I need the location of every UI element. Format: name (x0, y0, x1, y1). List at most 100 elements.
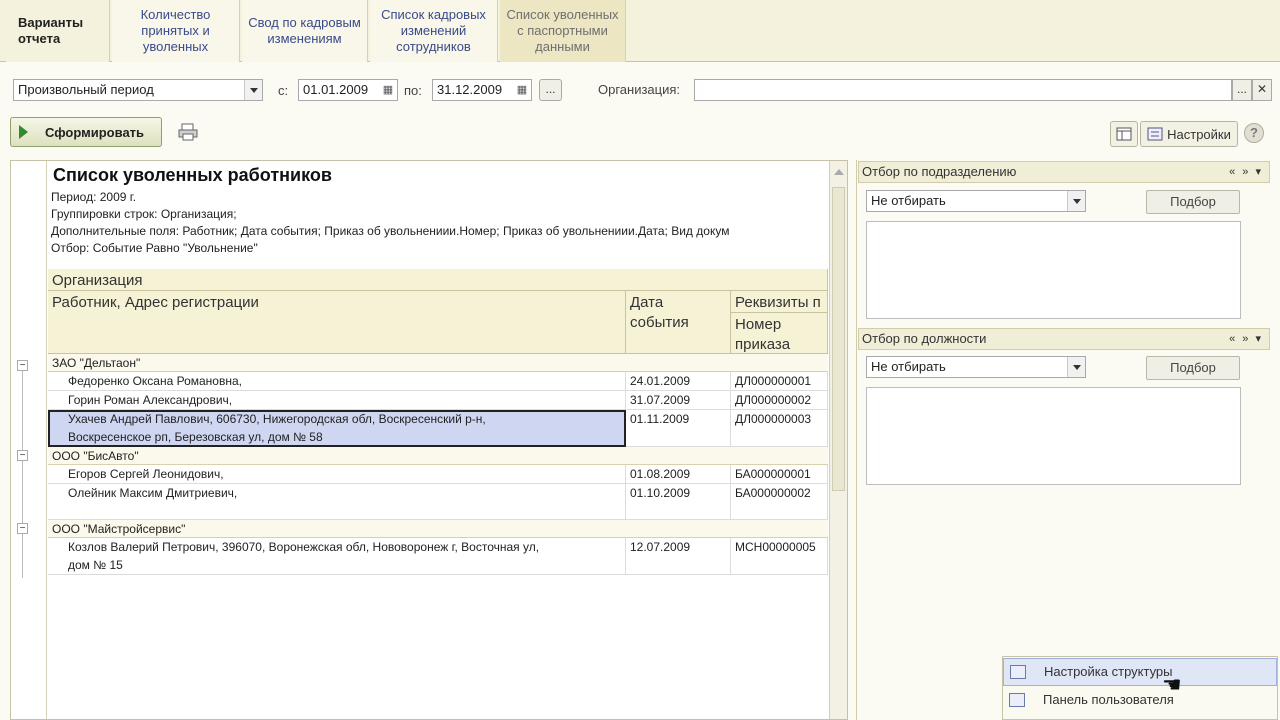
date-cell[interactable]: 01.10.2009 (626, 484, 731, 520)
header-order-number: Номер приказа (731, 313, 828, 354)
report-title: Список уволенных работников (53, 165, 332, 185)
generate-report-button[interactable]: Сформировать (10, 117, 162, 147)
report-variants-label: Варианты отчета (6, 0, 110, 62)
collapse-group-icon[interactable]: − (17, 450, 28, 461)
employee-cell-line1: Козлов Валерий Петрович, 396070, Воронеж… (68, 540, 540, 554)
chevron-down-icon[interactable] (244, 80, 262, 100)
department-filter-select[interactable]: Не отбирать (866, 190, 1086, 212)
order-number-cell[interactable]: ДЛ000000001 (731, 372, 828, 391)
header-event-date-line1: Дата (630, 294, 664, 311)
department-list[interactable] (866, 221, 1241, 319)
user-panel-icon (1009, 693, 1025, 707)
period-select[interactable]: Произвольный период (13, 79, 263, 101)
tree-line (22, 461, 23, 525)
department-pick-button[interactable]: Подбор (1146, 190, 1240, 214)
position-pick-button[interactable]: Подбор (1146, 356, 1240, 380)
position-filter-title: Отбор по должности (862, 331, 987, 346)
tab-employee-changes-list[interactable]: Список кадровых изменений сотрудников (370, 0, 498, 62)
panel-nav-controls-icon[interactable]: « » ▾ (1229, 329, 1263, 349)
printer-icon[interactable] (177, 123, 199, 141)
employee-cell-selected[interactable]: Ухачев Андрей Павлович, 606730, Нижегоро… (48, 410, 626, 447)
chevron-down-icon[interactable] (1067, 191, 1085, 211)
report-extra-fields: Дополнительные поля: Работник; Дата собы… (51, 224, 730, 238)
order-number-cell[interactable]: ДЛ000000003 (731, 410, 828, 447)
organization-clear-button[interactable]: ✕ (1252, 79, 1272, 101)
position-filter-header: Отбор по должности « » ▾ (858, 328, 1270, 350)
chevron-down-icon[interactable] (1067, 357, 1085, 377)
position-filter-select[interactable]: Не отбирать (866, 356, 1086, 378)
group-row-maystroyservis[interactable]: ООО "Майстройсервис" (48, 520, 828, 538)
tab-personnel-changes-summary[interactable]: Свод по кадровым изменениям (242, 0, 368, 62)
employee-cell-line2: дом № 15 (68, 558, 123, 572)
settings-context-menu: Настройка структуры Панель пользователя (1002, 656, 1278, 720)
to-date-value: 31.12.2009 (437, 82, 503, 97)
date-cell[interactable]: 01.08.2009 (626, 465, 731, 484)
from-date-field[interactable]: 01.01.2009 ▦ (298, 79, 398, 101)
employee-cell[interactable]: Козлов Валерий Петрович, 396070, Воронеж… (48, 538, 626, 575)
panel-nav-controls-icon[interactable]: « » ▾ (1229, 162, 1263, 182)
header-employee: Работник, Адрес регистрации (48, 291, 626, 354)
period-select-value: Произвольный период (18, 82, 154, 97)
header-event-date: Дата события (626, 291, 731, 354)
organization-field[interactable] (694, 79, 1232, 101)
menu-item-user-panel[interactable]: Панель пользователя (1003, 687, 1277, 715)
tab-hired-fired-count[interactable]: Количество принятых и уволенных (112, 0, 240, 62)
position-filter-value: Не отбирать (871, 359, 946, 374)
order-number-cell[interactable]: БА000000001 (731, 465, 828, 484)
employee-cell-line1: Ухачев Андрей Павлович, 606730, Нижегоро… (68, 412, 486, 426)
date-cell[interactable]: 01.11.2009 (626, 410, 731, 447)
employee-cell-line2: Воскресенское рп, Березовская ул, дом № … (68, 430, 323, 444)
header-organization: Организация (48, 269, 828, 291)
settings-label: Настройки (1167, 126, 1231, 142)
group-row-bisavto[interactable]: ООО "БисАвто" (48, 447, 828, 465)
report-spreadsheet[interactable]: Список уволенных работников Период: 2009… (10, 160, 848, 720)
order-number-cell[interactable]: МСН00000005 (731, 538, 828, 575)
department-filter-header: Отбор по подразделению « » ▾ (858, 161, 1270, 183)
generate-report-label: Сформировать (45, 124, 145, 140)
from-date-value: 01.01.2009 (303, 82, 369, 97)
tree-line (22, 371, 23, 453)
to-label: по: (404, 83, 422, 98)
tree-line (22, 534, 23, 578)
structure-settings-icon (1010, 665, 1026, 679)
department-filter-title: Отбор по подразделению (862, 164, 1017, 179)
scroll-up-icon[interactable] (834, 169, 844, 175)
date-cell[interactable]: 24.01.2009 (626, 372, 731, 391)
date-cell[interactable]: 12.07.2009 (626, 538, 731, 575)
table-layout-icon (1116, 127, 1132, 141)
position-list[interactable] (866, 387, 1241, 485)
report-grouping: Группировки строк: Организация; (51, 207, 237, 221)
date-cell[interactable]: 31.07.2009 (626, 391, 731, 410)
organization-label: Организация: (598, 82, 681, 97)
settings-list-icon (1147, 127, 1163, 141)
layout-toggle-button[interactable] (1110, 121, 1138, 147)
order-number-cell[interactable]: БА000000002 (731, 484, 828, 520)
to-date-field[interactable]: 31.12.2009 ▦ (432, 79, 532, 101)
menu-item-structure-settings[interactable]: Настройка структуры (1003, 658, 1277, 686)
menu-item-label: Настройка структуры (1044, 664, 1173, 679)
vertical-scrollbar[interactable] (829, 161, 847, 719)
employee-cell[interactable]: Горин Роман Александрович, (48, 391, 626, 410)
settings-button[interactable]: Настройки (1140, 121, 1238, 147)
organization-select-button[interactable]: ... (1232, 79, 1252, 101)
header-order-number-line2: приказа (735, 336, 791, 353)
collapse-group-icon[interactable]: − (17, 360, 28, 371)
hand-cursor-icon: ☚ (1162, 672, 1182, 697)
header-event-date-line2: события (630, 314, 689, 331)
calendar-icon[interactable]: ▦ (513, 80, 531, 100)
report-period: Период: 2009 г. (51, 190, 137, 204)
help-icon[interactable]: ? (1244, 123, 1264, 143)
tab-fired-with-passport[interactable]: Список уволенных с паспортными данными (500, 0, 626, 62)
order-number-cell[interactable]: ДЛ000000002 (731, 391, 828, 410)
grouping-gutter (11, 161, 47, 719)
employee-cell[interactable]: Олейник Максим Дмитриевич, (48, 484, 626, 520)
header-requisites: Реквизиты п (731, 291, 828, 313)
employee-cell[interactable]: Егоров Сергей Леонидович, (48, 465, 626, 484)
period-settings-button[interactable]: ... (539, 79, 562, 101)
calendar-icon[interactable]: ▦ (379, 80, 397, 100)
group-row-deltaon[interactable]: ЗАО "Дельтаон" (48, 354, 828, 372)
collapse-group-icon[interactable]: − (17, 523, 28, 534)
header-order-number-line1: Номер (735, 316, 782, 333)
employee-cell[interactable]: Федоренко Оксана Романовна, (48, 372, 626, 391)
scroll-thumb[interactable] (832, 187, 845, 491)
